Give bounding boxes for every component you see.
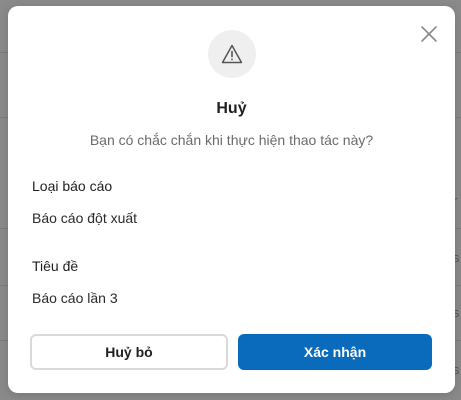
dialog-title: Huỷ — [216, 100, 247, 117]
warning-triangle-icon — [221, 44, 243, 64]
report-title-value: Báo cáo lần 3 — [32, 290, 118, 306]
cancel-button[interactable]: Huỷ bỏ — [30, 334, 228, 370]
report-title-label: Tiêu đề — [32, 258, 79, 274]
report-type-value: Báo cáo đột xuất — [32, 210, 138, 226]
close-icon — [421, 26, 437, 42]
report-type-label: Loại báo cáo — [32, 178, 113, 194]
confirm-dialog: Huỷ Bạn có chắc chắn khi thực hiện thao … — [8, 6, 455, 393]
dialog-message: Bạn có chắc chắn khi thực hiện thao tác … — [89, 132, 374, 148]
modal-backdrop: r s s s Huỷ Bạn có chắc chắn khi thực hi… — [0, 0, 461, 400]
warning-icon-badge — [208, 30, 256, 78]
close-button[interactable] — [419, 24, 439, 44]
confirm-button[interactable]: Xác nhận — [238, 334, 432, 370]
